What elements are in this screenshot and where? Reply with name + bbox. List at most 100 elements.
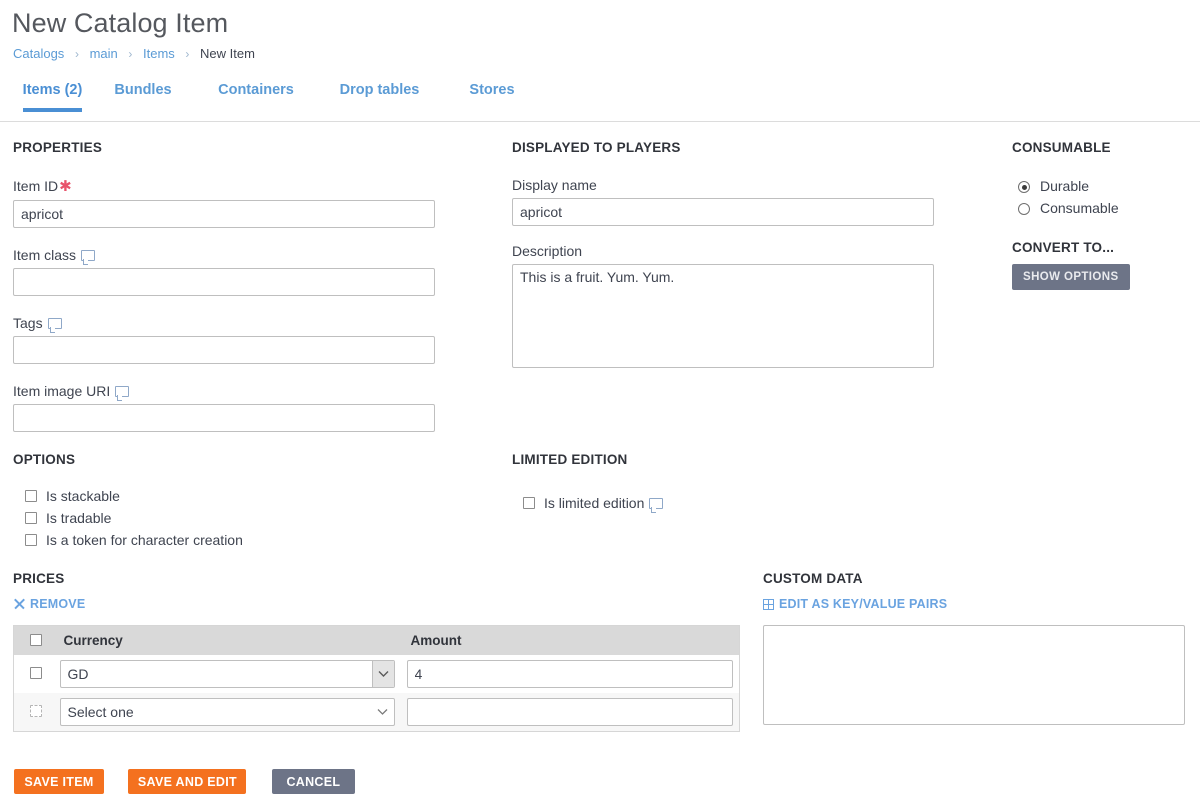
consumable-radio-group: Durable Consumable <box>1012 176 1192 218</box>
cancel-button[interactable]: CANCEL <box>271 769 355 794</box>
price-row-select-cell <box>13 692 54 731</box>
checkbox-is-token-box[interactable] <box>25 534 37 546</box>
item-image-uri-input[interactable] <box>13 404 435 432</box>
tooltip-bubble-icon[interactable] <box>81 250 96 265</box>
field-display-name: Display name <box>512 177 934 226</box>
radio-consumable-label: Consumable <box>1040 200 1119 216</box>
grid-table-icon <box>763 598 774 610</box>
radio-durable-indicator[interactable] <box>1018 181 1030 193</box>
tab-items[interactable]: Items (2) <box>22 76 82 112</box>
breadcrumb-item-catalogs[interactable]: Catalogs <box>13 46 64 61</box>
properties-section: PROPERTIES Item ID✱ Item class Tags Item… <box>13 140 435 432</box>
displayed-to-players-heading: DISPLAYED TO PLAYERS <box>512 140 681 155</box>
tags-input[interactable] <box>13 336 435 364</box>
checkbox-is-stackable-box[interactable] <box>25 490 37 502</box>
checkbox-is-limited-edition-label: Is limited edition <box>544 495 645 511</box>
radio-consumable-indicator[interactable] <box>1018 203 1030 215</box>
radio-durable-label: Durable <box>1040 178 1090 194</box>
consumable-heading: CONSUMABLE <box>1012 140 1111 155</box>
price-row-select-cell <box>14 655 54 693</box>
prices-heading: PRICES <box>13 571 65 586</box>
prices-select-all-cell <box>13 625 54 655</box>
table-row: Select one <box>13 692 740 731</box>
breadcrumb: Catalogs › main › Items › New Item <box>13 45 255 63</box>
consumable-section: CONSUMABLE Durable Consumable CONVERT TO… <box>1012 140 1192 290</box>
checkbox-is-tradable-box[interactable] <box>25 512 37 524</box>
custom-data-heading: CUSTOM DATA <box>763 571 863 586</box>
tab-containers[interactable]: Containers <box>218 76 294 112</box>
edit-as-key-value-pairs-button[interactable]: EDIT AS KEY/VALUE PAIRS <box>763 597 947 611</box>
price-row-currency-cell: GD <box>54 655 401 693</box>
radio-durable[interactable]: Durable <box>1018 176 1192 196</box>
tooltip-bubble-icon[interactable] <box>115 386 130 401</box>
tab-bar: Items (2) Bundles Containers Drop tables… <box>0 76 1200 122</box>
price-row-amount-cell <box>401 655 740 693</box>
tab-stores[interactable]: Stores <box>469 76 514 112</box>
save-and-edit-button[interactable]: SAVE AND EDIT <box>128 769 247 794</box>
tags-label: Tags <box>13 315 435 333</box>
tab-drop-tables[interactable]: Drop tables <box>340 76 420 112</box>
limited-edition-heading: LIMITED EDITION <box>512 452 628 467</box>
item-class-input[interactable] <box>13 268 435 296</box>
custom-data-textarea[interactable] <box>763 624 1185 725</box>
breadcrumb-item-new-item: New Item <box>200 46 255 61</box>
checkbox-is-tradable[interactable]: Is tradable <box>25 508 473 528</box>
checkbox-is-token-label: Is a token for character creation <box>46 532 243 548</box>
display-name-input[interactable] <box>512 198 934 226</box>
item-class-label: Item class <box>13 247 435 265</box>
save-item-button[interactable]: SAVE ITEM <box>14 769 104 794</box>
required-asterisk-icon: ✱ <box>59 178 72 195</box>
currency-select-row-1[interactable]: GD <box>59 659 395 688</box>
prices-section: PRICES REMOVE Currency Amount GD 4 Selec… <box>13 571 753 732</box>
checkbox-is-limited-edition-box[interactable] <box>523 497 535 509</box>
field-tags: Tags <box>13 315 435 364</box>
amount-input-row-1[interactable] <box>406 659 733 688</box>
radio-consumable[interactable]: Consumable <box>1018 198 1192 218</box>
breadcrumb-separator: › <box>185 47 190 61</box>
amount-input-row-2[interactable] <box>406 697 733 726</box>
show-options-button[interactable]: SHOW OPTIONS <box>1012 264 1130 290</box>
form-actions: SAVE ITEM SAVE AND EDIT CANCEL <box>14 769 355 794</box>
checkbox-is-token-for-character-creation[interactable]: Is a token for character creation <box>25 530 473 550</box>
options-heading: OPTIONS <box>13 452 76 467</box>
table-row: GD <box>14 655 740 693</box>
field-description: Description This is a fruit. Yum. Yum. <box>512 243 934 373</box>
edit-as-key-value-pairs-label: EDIT AS KEY/VALUE PAIRS <box>779 597 948 611</box>
breadcrumb-item-items[interactable]: Items <box>143 46 175 61</box>
remove-price-label: REMOVE <box>30 597 86 611</box>
remove-price-button[interactable]: REMOVE <box>13 597 85 611</box>
options-section: OPTIONS Is stackable Is tradable Is a to… <box>13 452 473 552</box>
properties-heading: PROPERTIES <box>13 140 103 155</box>
description-textarea[interactable]: This is a fruit. Yum. Yum. <box>512 264 934 368</box>
options-checkbox-group: Is stackable Is tradable Is a token for … <box>13 486 473 550</box>
displayed-to-players-section: DISPLAYED TO PLAYERS Display name Descri… <box>512 140 934 373</box>
checkbox-is-stackable[interactable]: Is stackable <box>25 486 473 506</box>
price-row-checkbox[interactable] <box>30 666 42 679</box>
custom-data-section: CUSTOM DATA EDIT AS KEY/VALUE PAIRS <box>763 571 1185 730</box>
field-item-id: Item ID✱ <box>13 177 435 228</box>
convert-to-heading: CONVERT TO... <box>1012 240 1115 255</box>
tooltip-bubble-icon[interactable] <box>47 318 62 333</box>
checkbox-is-stackable-label: Is stackable <box>46 488 120 504</box>
tab-bundles[interactable]: Bundles <box>114 76 171 112</box>
price-row-checkbox-disabled <box>30 704 42 717</box>
tooltip-bubble-icon[interactable] <box>649 498 664 513</box>
close-x-icon <box>13 598 25 610</box>
checkbox-is-limited-edition[interactable]: Is limited edition <box>512 493 812 513</box>
prices-table: Currency Amount GD 4 Select one <box>13 625 740 732</box>
prices-select-all-checkbox[interactable] <box>30 633 42 646</box>
description-label: Description <box>512 243 583 259</box>
price-row-currency-cell: Select one <box>53 692 401 731</box>
new-catalog-item-page: New Catalog Item Catalogs › main › Items… <box>0 0 1200 805</box>
column-header-currency: Currency <box>53 625 401 655</box>
breadcrumb-item-main[interactable]: main <box>90 46 118 61</box>
column-header-amount: Amount <box>400 625 740 655</box>
item-id-input[interactable] <box>13 200 435 228</box>
item-id-label: Item ID✱ <box>13 178 72 195</box>
checkbox-is-tradable-label: Is tradable <box>46 510 112 526</box>
field-item-image-uri: Item image URI <box>13 383 435 432</box>
breadcrumb-separator: › <box>74 47 79 61</box>
currency-select-row-2[interactable]: Select one <box>59 697 395 726</box>
page-title: New Catalog Item <box>12 8 229 38</box>
field-item-class: Item class <box>13 247 435 296</box>
